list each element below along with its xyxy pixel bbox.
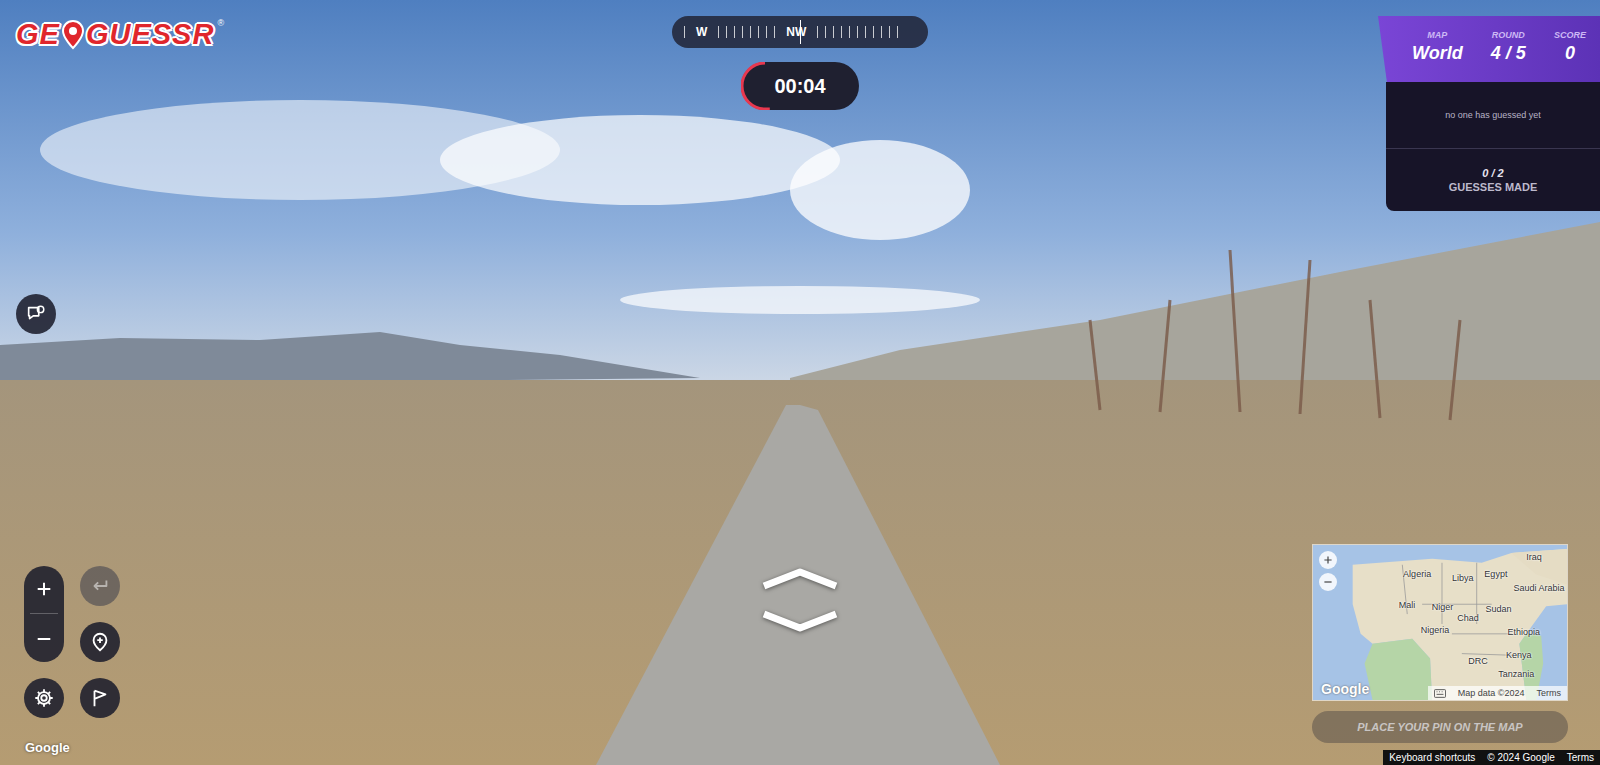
game-stats: MAP World ROUND 4 / 5 SCORE 0 [1378, 16, 1600, 82]
guess-minimap[interactable]: Iraq Algeria Libya Egypt Saudi Arabia Mali Nig… [1312, 544, 1568, 701]
report-button[interactable] [80, 678, 120, 718]
country-label: Algeria [1403, 569, 1431, 579]
footer-link[interactable]: Terms [1567, 752, 1594, 763]
guess-count: 0 / 2 [1482, 167, 1503, 179]
compass-tick [750, 26, 751, 38]
map-google-logo: Google [1321, 681, 1369, 697]
country-label: Egypt [1484, 569, 1507, 579]
country-label: Sudan [1485, 604, 1511, 614]
compass-tick [873, 26, 874, 38]
chat-icon [25, 303, 47, 325]
footer-link[interactable]: Keyboard shortcuts [1389, 752, 1475, 763]
registered-mark: ® [217, 18, 224, 28]
country-label: DRC [1468, 656, 1488, 666]
guesses-made: 0 / 2 GUESSES MADE [1386, 149, 1600, 211]
compass-tick [734, 26, 735, 38]
move-arrows[interactable] [760, 568, 840, 636]
compass-tick [742, 26, 743, 38]
minus-icon [35, 630, 53, 648]
gear-icon [33, 687, 55, 709]
stat-value: World [1412, 43, 1463, 64]
place-pin-button[interactable]: PLACE YOUR PIN ON THE MAP [1312, 711, 1568, 743]
country-label: Ethiopia [1508, 627, 1541, 637]
compass-center-marker [800, 20, 801, 44]
compass: W NW [672, 16, 928, 48]
compass-tick [833, 26, 834, 38]
map-terms-link[interactable]: Terms [1537, 688, 1562, 698]
country-label: Saudi Arabia [1514, 583, 1565, 593]
plus-icon [1322, 554, 1334, 566]
google-watermark: Google [25, 740, 70, 755]
flag-icon [89, 687, 111, 709]
game-stat: ROUND 4 / 5 [1491, 30, 1526, 82]
compass-tick [841, 26, 842, 38]
country-label: Tanzania [1498, 669, 1534, 679]
compass-tick [889, 26, 890, 38]
game-stat: MAP World [1412, 30, 1463, 82]
compass-tick [718, 26, 719, 38]
stat-label: SCORE [1554, 30, 1586, 40]
guess-area: Iraq Algeria Libya Egypt Saudi Arabia Mali Nig… [1312, 544, 1568, 743]
country-label: Mali [1399, 600, 1416, 610]
map-data-text: Map data ©2024 [1458, 688, 1525, 698]
compass-tick [849, 26, 850, 38]
stat-label: MAP [1427, 30, 1447, 40]
stat-value: 4 / 5 [1491, 43, 1526, 64]
undo-button[interactable] [80, 566, 120, 606]
zoom-in-button[interactable] [24, 567, 64, 611]
country-label: Kenya [1506, 650, 1532, 660]
country-label: Chad [1457, 613, 1479, 623]
minus-icon [1322, 576, 1334, 588]
compass-direction: NW [782, 25, 810, 39]
map-controls [24, 566, 120, 718]
footer-link[interactable]: © 2024 Google [1487, 752, 1554, 763]
minimap-zoom-in[interactable] [1319, 551, 1337, 569]
compass-tick [684, 26, 685, 38]
compass-tick [758, 26, 759, 38]
minimap-zoom-out[interactable] [1319, 573, 1337, 591]
compass-tick [817, 26, 818, 38]
guess-label: GUESSES MADE [1449, 181, 1538, 193]
settings-button[interactable] [24, 678, 64, 718]
logo-text-start: GE [16, 18, 60, 51]
return-to-start-button[interactable] [80, 622, 120, 662]
guess-status: no one has guessed yet 0 / 2 GUESSES MADE [1386, 82, 1600, 211]
round-timer: 00:04 [741, 62, 859, 110]
game-info-panel: MAP World ROUND 4 / 5 SCORE 0 no one has guess… [1378, 16, 1600, 211]
country-label: Nigeria [1421, 625, 1450, 635]
guess-status-text: no one has guessed yet [1386, 82, 1600, 149]
location-pin-icon [61, 19, 85, 51]
timer-value: 00:04 [774, 75, 825, 98]
zoom-control [24, 566, 64, 662]
compass-tick [825, 26, 826, 38]
minimap-zoom [1319, 551, 1337, 591]
stat-value: 0 [1565, 43, 1575, 64]
compass-tick [726, 26, 727, 38]
attribution-bar: Keyboard shortcuts © 2024 Google Terms [1383, 750, 1600, 765]
map-attribution: Map data ©2024 Terms [1428, 686, 1567, 700]
stat-label: ROUND [1492, 30, 1525, 40]
zoom-out-button[interactable] [24, 617, 64, 661]
chevron-arrows-icon[interactable] [760, 568, 840, 632]
undo-arrow-icon [89, 575, 111, 597]
logo-text-end: GUESSR [86, 18, 214, 51]
zoom-divider [30, 613, 58, 614]
compass-tick [897, 26, 898, 38]
compass-tick [766, 26, 767, 38]
compass-tick [774, 26, 775, 38]
keyboard-icon[interactable] [1434, 689, 1446, 698]
plus-icon [35, 580, 53, 598]
compass-direction: W [692, 25, 711, 39]
geoguessr-logo[interactable]: GE GUESSR® [16, 18, 224, 51]
compass-tick [857, 26, 858, 38]
pin-plus-icon [89, 631, 111, 653]
game-stat: SCORE 0 [1554, 30, 1586, 82]
country-label: Libya [1452, 573, 1474, 583]
chat-button[interactable] [16, 294, 56, 334]
country-label: Iraq [1526, 552, 1542, 562]
game-screen: GE GUESSR® W NW 00:04 MAP World ROUND 4 / 5 SCORE… [0, 0, 1600, 765]
compass-tick [881, 26, 882, 38]
country-label: Niger [1432, 602, 1454, 612]
compass-tick [865, 26, 866, 38]
